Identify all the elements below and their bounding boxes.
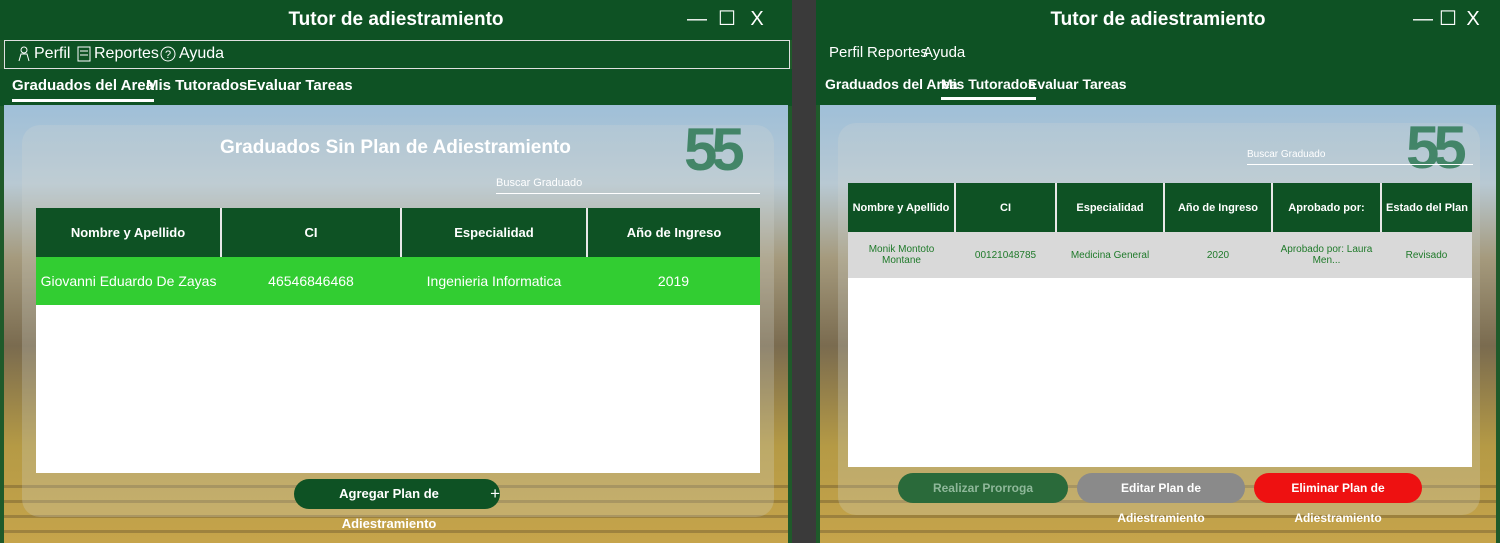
minimize-icon[interactable]: — (686, 8, 708, 30)
search-input[interactable]: Buscar Graduado (496, 177, 760, 194)
column-header[interactable]: Nombre y Apellido (848, 183, 956, 232)
tab-bar: Graduados del Area Mis Tutorados Evaluar… (0, 69, 792, 106)
delete-plan-button[interactable]: Eliminar Plan de Adiestramiento (1254, 473, 1422, 525)
tab-graduados-area[interactable]: Graduados del Area (12, 77, 154, 102)
tab-mis-tutorados[interactable]: Mis Tutorados (941, 76, 1036, 100)
window-title: Tutor de adiestramiento (288, 9, 504, 30)
tab-bar: Graduados del Area Mis Tutorados Evaluar… (816, 68, 1500, 105)
cell-estado: Revisado (1405, 249, 1448, 261)
title-bar: Tutor de adiestramiento — ☐ X (816, 0, 1500, 40)
cell-name: Giovanni Eduardo De Zayas (40, 273, 217, 289)
table-row[interactable]: Giovanni Eduardo De Zayas 46546846468 In… (36, 257, 760, 305)
cell-aprobado: Aprobado por: Laura Men... (1280, 244, 1373, 266)
anniversary-logo: 55 (1406, 114, 1467, 181)
add-plan-label: Agregar Plan de Adiestramiento (339, 486, 439, 531)
report-icon (77, 46, 91, 62)
table-row[interactable]: Monik Montoto Montane 00121048785 Medici… (848, 232, 1472, 278)
graduates-table: Nombre y Apellido CI Especialidad Año de… (36, 208, 760, 305)
extend-plan-button[interactable]: Realizar Prorroga (898, 473, 1068, 503)
maximize-icon[interactable]: ☐ (716, 8, 738, 30)
tab-evaluar-tareas[interactable]: Evaluar Tareas (1028, 76, 1127, 92)
column-header[interactable]: Estado del Plan (1381, 183, 1472, 232)
maximize-icon[interactable]: ☐ (1437, 8, 1459, 30)
menu-reportes[interactable]: Reportes (77, 45, 159, 63)
close-icon[interactable]: X (746, 8, 768, 30)
title-bar: Tutor de adiestramiento — ☐ X (0, 0, 792, 40)
cell-ci: 46546846468 (268, 273, 354, 289)
cell-especialidad: Medicina General (1070, 249, 1150, 261)
menu-reportes[interactable]: Reportes (867, 44, 928, 61)
menu-bar: Perfil Reportes ? Ayuda (4, 40, 790, 69)
plus-icon: + (490, 484, 500, 503)
cell-ci: 00121048785 (974, 249, 1037, 261)
minimize-icon[interactable]: — (1412, 8, 1434, 30)
column-header[interactable]: CI (955, 183, 1057, 232)
cell-anio: 2020 (1206, 249, 1230, 261)
column-header[interactable]: Año de Ingreso (587, 208, 760, 257)
background-image: 55 Graduados Sin Plan de Adiestramiento … (4, 105, 788, 543)
tab-graduados-area[interactable]: Graduados del Area (825, 76, 958, 92)
cell-especialidad: Ingenieria Informatica (426, 273, 562, 289)
cell-name: Monik Montoto Montane (868, 244, 935, 266)
tab-mis-tutorados[interactable]: Mis Tutorados (146, 77, 247, 94)
column-header[interactable]: Nombre y Apellido (36, 208, 222, 257)
menu-perfil[interactable]: Perfil (17, 45, 70, 63)
column-header[interactable]: Año de Ingreso (1164, 183, 1273, 232)
anniversary-logo: 55 (684, 116, 745, 183)
search-input[interactable]: Buscar Graduado (1247, 149, 1473, 165)
menu-ayuda[interactable]: Ayuda (923, 44, 965, 61)
add-plan-button[interactable]: Agregar Plan de Adiestramiento + (294, 479, 500, 531)
window-tutorados: Tutor de adiestramiento — ☐ X Perfil Rep… (816, 0, 1500, 543)
background-image: 55 Buscar Graduado Nombre y Apellido CI … (820, 105, 1496, 543)
svg-text:?: ? (165, 49, 171, 61)
close-icon[interactable]: X (1462, 8, 1484, 30)
tutorados-table: Nombre y Apellido CI Especialidad Año de… (848, 183, 1472, 278)
column-header[interactable]: Especialidad (1056, 183, 1165, 232)
column-header[interactable]: Aprobado por: (1272, 183, 1382, 232)
menu-bar: Perfil Reportes Ayuda (816, 40, 1500, 68)
cell-anio: 2019 (657, 273, 690, 289)
help-icon: ? (160, 46, 176, 62)
column-header[interactable]: CI (221, 208, 402, 257)
menu-perfil[interactable]: Perfil (829, 44, 863, 61)
menu-ayuda[interactable]: ? Ayuda (160, 45, 224, 63)
window-graduados: Tutor de adiestramiento — ☐ X Perfil Rep… (0, 0, 792, 543)
panel-title: Graduados Sin Plan de Adiestramiento (220, 137, 571, 158)
menu-label: Reportes (94, 45, 159, 62)
column-header[interactable]: Especialidad (401, 208, 588, 257)
window-title: Tutor de adiestramiento (1050, 9, 1266, 30)
person-icon (18, 46, 30, 62)
tab-evaluar-tareas[interactable]: Evaluar Tareas (247, 77, 353, 94)
menu-label: Perfil (34, 45, 71, 62)
edit-plan-button[interactable]: Editar Plan de Adiestramiento (1077, 473, 1245, 525)
menu-label: Ayuda (179, 45, 225, 62)
